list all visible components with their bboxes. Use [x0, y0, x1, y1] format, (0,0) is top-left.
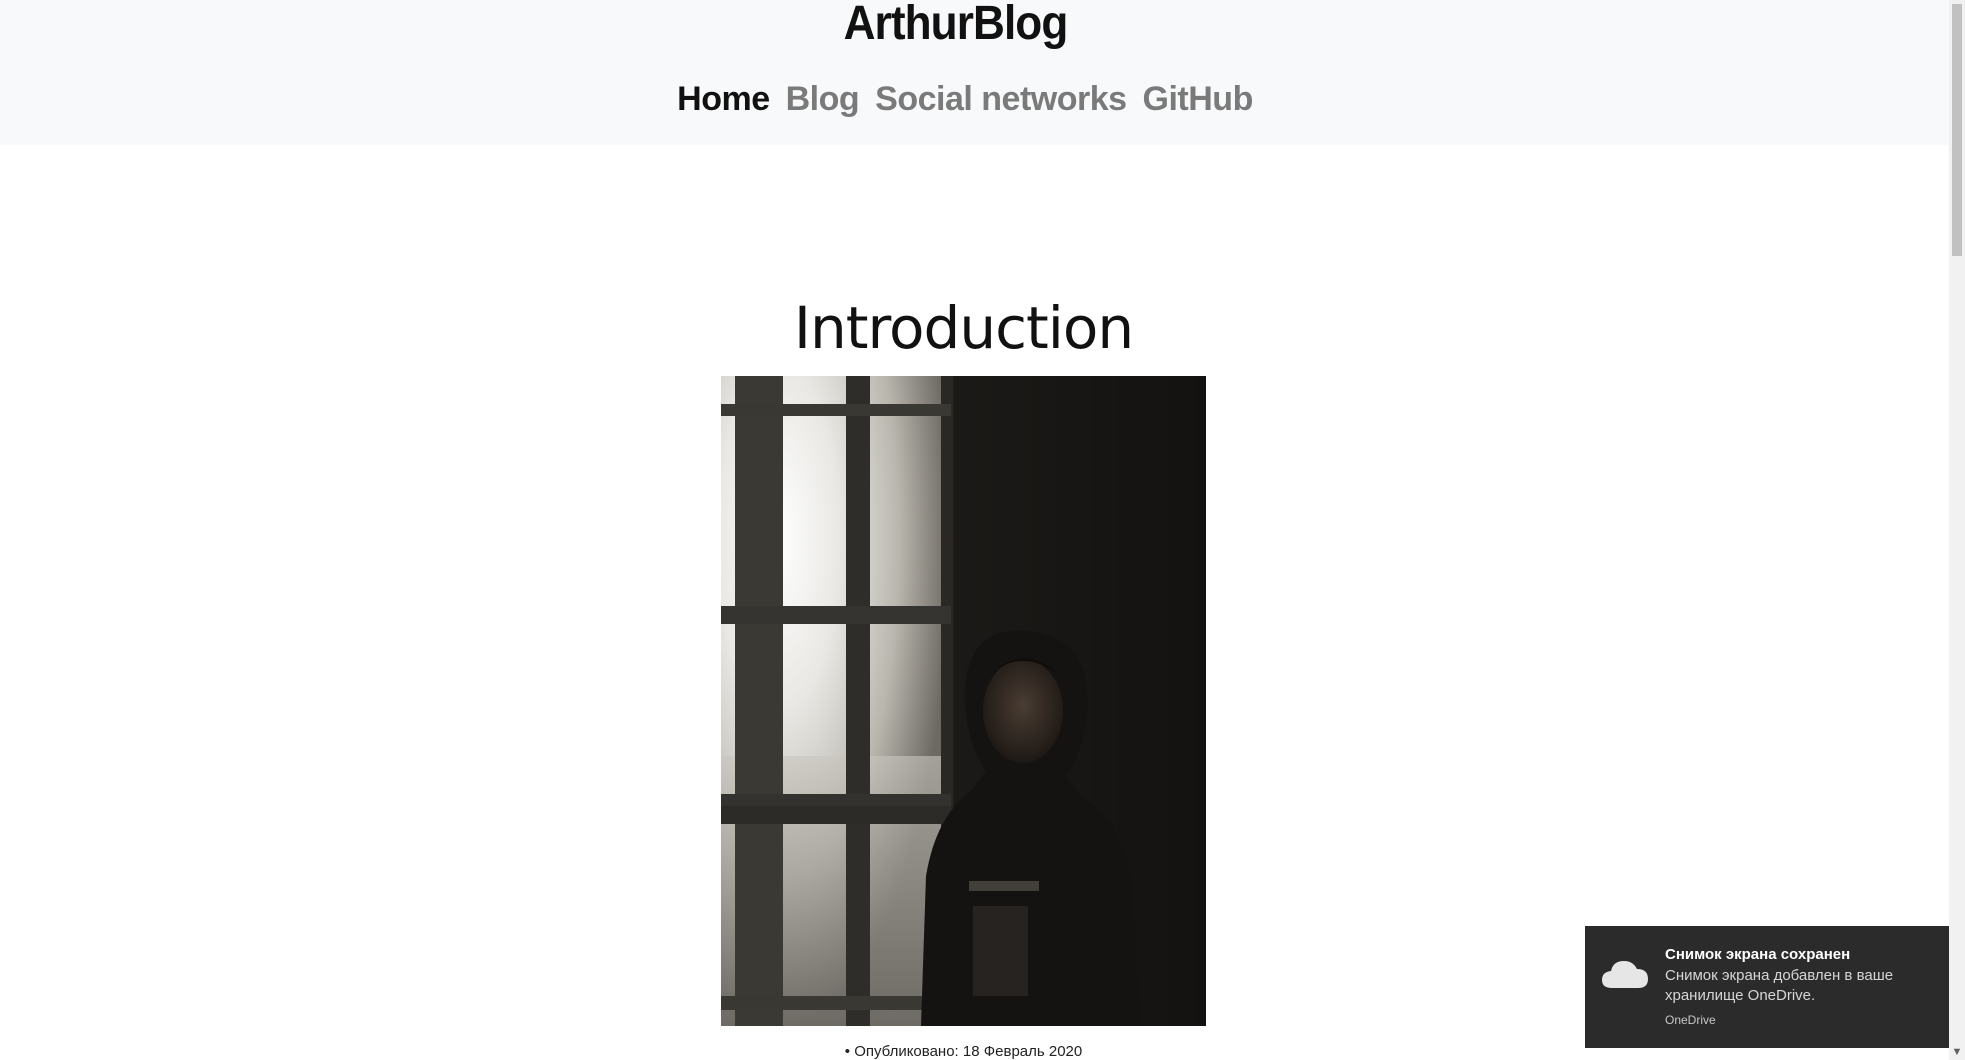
notification-body: Снимок экрана добавлен в ваше хранилище … — [1665, 967, 1894, 1004]
site-header: ArthurBlog Home Blog Social networks Git… — [0, 0, 1949, 145]
site-brand-link[interactable]: ArthurBlog — [76, 0, 1834, 51]
notification-app-name: OneDrive — [1665, 1013, 1716, 1027]
scrollbar-thumb[interactable] — [1952, 4, 1962, 256]
notification-title: Снимок экрана сохранен — [1665, 946, 1851, 963]
onedrive-cloud-icon — [1600, 956, 1650, 997]
scroll-down-arrow-icon[interactable]: ▼ — [1951, 1046, 1963, 1058]
vertical-scrollbar[interactable]: ▼ — [1949, 0, 1965, 1060]
nav-github[interactable]: GitHub — [1143, 80, 1254, 119]
post-photo — [721, 376, 1206, 1026]
nav-blog[interactable]: Blog — [786, 80, 860, 119]
onedrive-notification[interactable]: Снимок экрана сохранен Снимок экрана доб… — [1585, 926, 1949, 1048]
nav-home[interactable]: Home — [677, 80, 770, 119]
nav-social-networks[interactable]: Social networks — [875, 80, 1127, 119]
post-title: Introduction — [793, 294, 1134, 362]
main-nav: Home Blog Social networks GitHub — [0, 80, 1930, 119]
